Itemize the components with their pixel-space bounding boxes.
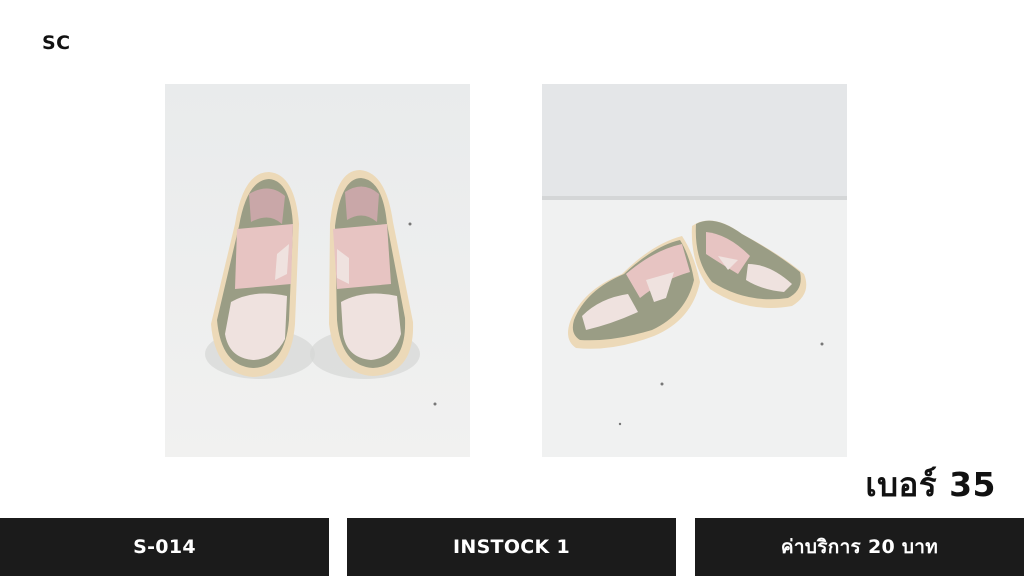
stock-status: INSTOCK 1 — [453, 536, 570, 558]
shoes-front-photo — [165, 84, 470, 457]
shoe-size-label: เบอร์ 35 — [865, 465, 996, 504]
service-fee: ค่าบริการ 20 บาท — [780, 536, 939, 558]
stock-bar: INSTOCK 1 — [347, 518, 676, 576]
shoes-side-photo — [542, 84, 847, 457]
brand-label: SC — [42, 32, 71, 54]
product-code: S-014 — [133, 536, 196, 558]
product-code-bar: S-014 — [0, 518, 329, 576]
product-card: SC เบอร์ 35 S-014 INSTOCK 1 ค่าบริการ 20… — [0, 0, 1024, 576]
product-photo-front — [165, 84, 470, 457]
service-fee-bar: ค่าบริการ 20 บาท — [695, 518, 1024, 576]
product-photo-side — [542, 84, 847, 457]
